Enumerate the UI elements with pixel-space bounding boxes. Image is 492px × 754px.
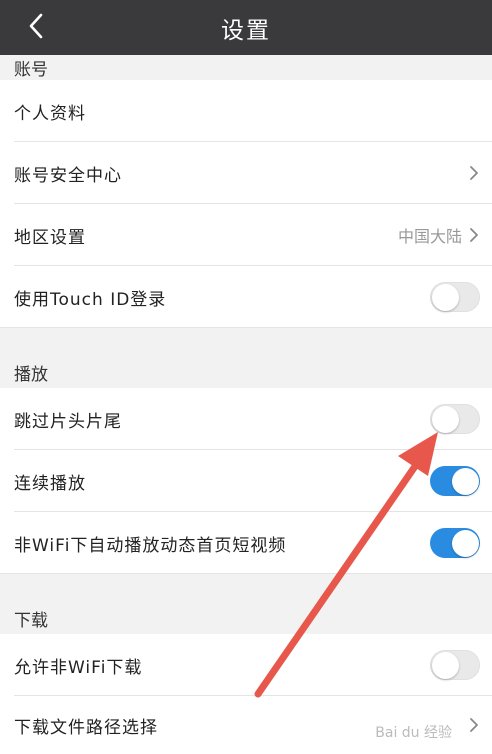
row-label: 跳过片头片尾: [14, 411, 122, 432]
row-label: 使用Touch ID登录: [14, 289, 167, 310]
row-account-security[interactable]: 账号安全中心: [0, 142, 492, 204]
row-profile[interactable]: 个人资料: [0, 80, 492, 142]
row-non-wifi-download: 允许非WiFi下载: [0, 634, 492, 696]
back-button[interactable]: [18, 8, 54, 44]
row-label: 地区设置: [14, 227, 86, 248]
section-header-playback: 播放: [0, 328, 492, 388]
non-wifi-autoplay-toggle[interactable]: [430, 528, 480, 558]
chevron-right-icon: [470, 228, 478, 242]
row-region[interactable]: 地区设置 中国大陆: [0, 204, 492, 266]
navigation-bar: 设置: [0, 0, 492, 55]
touch-id-toggle[interactable]: [430, 282, 480, 312]
autoplay-next-toggle[interactable]: [430, 466, 480, 496]
row-label: 允许非WiFi下载: [14, 657, 143, 678]
row-label: 个人资料: [14, 103, 86, 124]
row-label: 连续播放: [14, 473, 86, 494]
row-autoplay-next: 连续播放: [0, 450, 492, 512]
non-wifi-download-toggle[interactable]: [430, 650, 480, 680]
row-label: 账号安全中心: [14, 165, 122, 186]
row-label: 非WiFi下自动播放动态首页短视频: [14, 535, 287, 556]
page-title: 设置: [221, 17, 271, 44]
chevron-left-icon: [29, 13, 43, 39]
row-skip-intro: 跳过片头片尾: [0, 388, 492, 450]
row-non-wifi-autoplay: 非WiFi下自动播放动态首页短视频: [0, 512, 492, 574]
section-header-account: 账号: [0, 55, 492, 80]
region-value: 中国大陆: [397, 227, 462, 246]
chevron-right-icon: [470, 718, 478, 732]
section-header-download: 下载: [0, 574, 492, 634]
watermark: Bai du 经验: [375, 725, 452, 741]
row-touch-id: 使用Touch ID登录: [0, 266, 492, 328]
chevron-right-icon: [470, 166, 478, 180]
skip-intro-toggle[interactable]: [430, 404, 480, 434]
